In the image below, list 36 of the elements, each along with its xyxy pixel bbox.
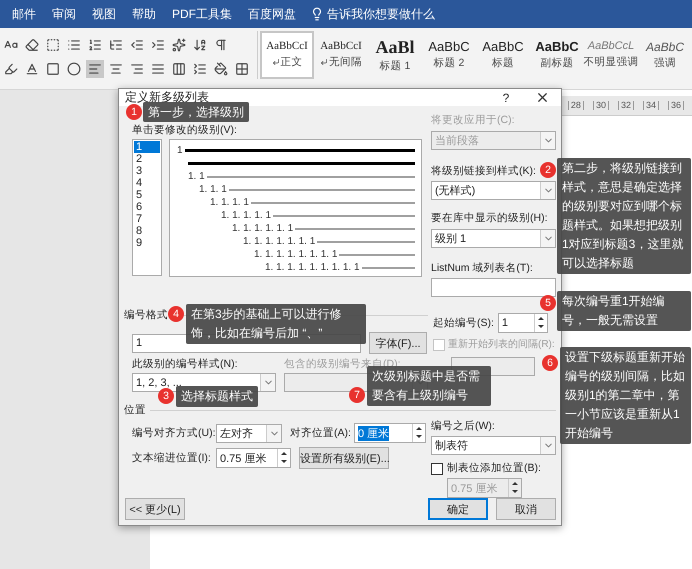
- field-label: 文本缩进位置(I):: [132, 452, 212, 464]
- field-label: ListNum 域列表名(T):: [431, 262, 533, 275]
- field-label: 起始编号(S):: [433, 316, 494, 330]
- preview-number: 1: [177, 145, 183, 156]
- preview-number: 1. 1. 1. 1. 1. 1: [232, 223, 294, 234]
- field-label: 制表位添加位置(B):: [447, 462, 541, 475]
- preview-number: 1. 1. 1. 1: [210, 197, 249, 208]
- ruler-number: 30: [592, 101, 609, 110]
- preview-number: 1. 1. 1. 1. 1. 1. 1. 1: [254, 249, 338, 260]
- ruler-number: 32: [618, 101, 634, 110]
- field-label: 编号对齐方式(U):: [132, 426, 216, 440]
- field-label: 重新开始列表的间隔(R):: [448, 338, 555, 351]
- preview-number: 1. 1. 1. 1. 1. 1. 1: [243, 236, 316, 247]
- step-tooltip: 第一步，选择级别: [143, 102, 249, 122]
- step-tooltip: 第二步，将级别链接到样式，意思是确定选择的级别要对应到哪个标题样式。如果想把级别1对应到标题3，这里就可以选择标题: [557, 158, 691, 274]
- field-label: 单击要修改的级别(V):: [132, 124, 237, 137]
- field-label: 此级别的编号样式(N):: [132, 358, 238, 371]
- section-heading: 位置: [124, 404, 146, 417]
- step-tooltip: 每次编号重1开始编号，一般无需设置: [557, 291, 691, 331]
- section-heading: 编号格式: [124, 309, 168, 322]
- preview-number: 1. 1. 1. 1. 1. 1. 1. 1. 1: [265, 262, 360, 273]
- preview-number: 1. 1. 1: [199, 184, 227, 195]
- step-tooltip: 选择标题样式: [176, 386, 258, 407]
- field-label: 将更改应用于(C):: [431, 114, 514, 127]
- ruler-number: 36: [668, 101, 684, 110]
- ruler-number: 28: [568, 101, 584, 110]
- field-label: 编号之后(W):: [431, 420, 495, 433]
- step-tooltip: 次级别标题中是否需要含有上级别编号: [367, 366, 491, 406]
- field-label: 对齐位置(A):: [290, 426, 352, 440]
- ruler-number: 34: [642, 101, 659, 110]
- step-tooltip: 在第3步的基础上可以进行修饰，比如在编号后加 “、”: [186, 304, 366, 344]
- step-tooltip: 设置下级标题重新开始编号的级别间隔，比如级别1的第二章中，第一小节应该是重新从1开始编号: [560, 347, 691, 444]
- preview-number: 1. 1. 1. 1. 1: [221, 210, 272, 221]
- field-label: 要在库中显示的级别(H):: [431, 212, 548, 225]
- field-label: 将级别链接到样式(K):: [431, 165, 536, 178]
- preview-number: 1. 1: [188, 171, 205, 182]
